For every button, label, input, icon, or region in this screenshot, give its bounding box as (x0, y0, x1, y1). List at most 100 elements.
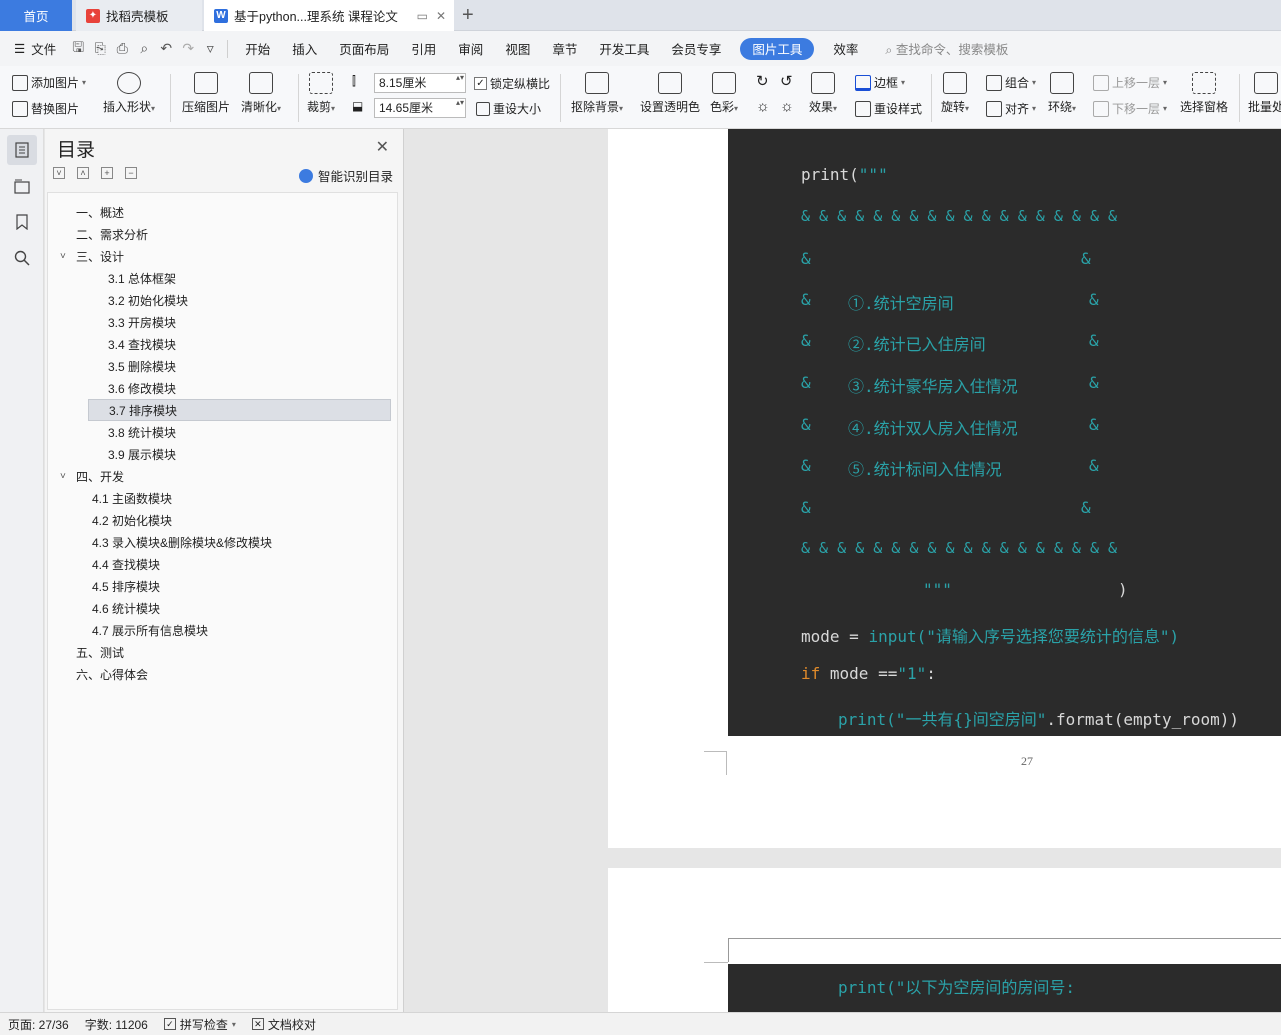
send-backward-button[interactable]: 下移一层 ▾ (1093, 100, 1167, 117)
toc-item[interactable]: 4.1 主函数模块 (48, 487, 397, 509)
rotate-button[interactable]: 旋转▾ (941, 72, 969, 115)
set-transparent-color-button[interactable]: 设置透明色 (640, 72, 700, 115)
print-preview-icon[interactable]: ⌕ (133, 31, 155, 66)
insert-shape-button[interactable]: 插入形状▾ (103, 72, 155, 115)
toc-item[interactable]: 3.1 总体框架 (48, 267, 397, 289)
menu-efficiency[interactable]: 效率 (822, 31, 869, 66)
group-button[interactable]: 组合 ▾ (986, 74, 1036, 91)
selection-pane-button[interactable]: 选择窗格 (1180, 72, 1228, 115)
bookmark-glyph (16, 214, 28, 230)
tab-home[interactable]: 首页 (0, 0, 72, 31)
toc-item[interactable]: 3.9 展示模块 (48, 443, 397, 465)
menu-start[interactable]: 开始 (234, 31, 281, 66)
toc-item[interactable]: 3.2 初始化模块 (48, 289, 397, 311)
collapse-all-icon[interactable]: ˅ (53, 167, 65, 179)
pin-icon[interactable]: ▭ (417, 9, 428, 23)
menu-member[interactable]: 会员专享 (660, 31, 732, 66)
redo-icon[interactable]: ↷ (177, 31, 199, 66)
compress-image-button[interactable]: 压缩图片 (182, 72, 230, 115)
code-image[interactable]: print(""" & & & & & & & & & & & & & & & … (728, 129, 1281, 736)
toc-item[interactable]: 3.3 开房模块 (48, 311, 397, 333)
status-bar: 页面: 27/36 字数: 11206 ✓ 拼写检查 ▾ ✕ 文档校对 (0, 1012, 1281, 1035)
smart-toc-button[interactable]: 智能识别目录 (298, 166, 393, 185)
reset-size-button[interactable]: 重设大小 (476, 100, 541, 117)
menu-picture-tools[interactable]: 图片工具 (740, 37, 815, 60)
toc-item[interactable]: 3.8 统计模块 (48, 421, 397, 443)
add-image-button[interactable]: 添加图片 ▾ (12, 74, 86, 91)
remove-background-button[interactable]: 抠除背景▾ (571, 72, 623, 115)
save-icon[interactable]: 🖫 (67, 31, 89, 66)
replace-image-button[interactable]: 替换图片 (12, 100, 79, 117)
toc-item-label: 4.5 排序模块 (92, 579, 161, 594)
toc-item[interactable]: 4.7 展示所有信息模块 (48, 619, 397, 641)
align-button[interactable]: 对齐 ▾ (986, 100, 1036, 117)
toc-item[interactable]: 3.5 删除模块 (48, 355, 397, 377)
toc-item[interactable]: ˅ 三、设计 (48, 245, 397, 267)
toc-item[interactable]: ˅ 四、开发 (48, 465, 397, 487)
expand-arrow-icon[interactable]: ˅ (60, 251, 66, 262)
menu-page-layout[interactable]: 页面布局 (328, 31, 400, 66)
toc-item[interactable]: 五、测试 (48, 641, 397, 663)
tab-templates[interactable]: ✦ 找稻壳模板 (76, 0, 202, 31)
brightness-down-icon[interactable]: ↺ (780, 72, 793, 90)
crop-button[interactable]: 裁剪▾ (307, 72, 335, 115)
code-image[interactable]: print("以下为空房间的房间号: (728, 964, 1281, 1012)
toc-item[interactable]: 3.7 排序模块 (88, 399, 391, 421)
lock-aspect-ratio-checkbox[interactable]: ✓ 锁定纵横比 (474, 75, 550, 92)
menu-insert[interactable]: 插入 (281, 31, 328, 66)
margin-mark (726, 751, 727, 775)
tab-document[interactable]: W 基于python...理系统 课程论文 ▭ ✕ (204, 0, 454, 31)
command-search[interactable]: ⌕ 查找命令、搜索模板 (885, 39, 1008, 58)
close-icon[interactable]: ✕ (376, 137, 389, 157)
batch-process-button[interactable]: 批量处 (1248, 72, 1281, 115)
toc-item[interactable]: 4.4 查找模块 (48, 553, 397, 575)
menu-developer[interactable]: 开发工具 (588, 31, 660, 66)
expand-all-icon[interactable]: ˄ (77, 167, 89, 179)
spell-check-button[interactable]: ✓ 拼写检查 ▾ (156, 1016, 244, 1033)
undo-icon[interactable]: ↶ (155, 31, 177, 66)
quick-access-more-icon[interactable]: ▿ (199, 31, 221, 66)
code-text: & & & & & & & & & & & & & & & & & & (801, 539, 1118, 557)
color-button[interactable]: 色彩▾ (710, 72, 738, 115)
toc-item[interactable]: 3.6 修改模块 (48, 377, 397, 399)
menu-review[interactable]: 审阅 (447, 31, 494, 66)
print-icon[interactable]: ⎙ (111, 31, 133, 66)
new-tab-icon[interactable]: + (462, 4, 474, 27)
menu-chapter[interactable]: 章节 (541, 31, 588, 66)
clarify-button[interactable]: 清晰化▾ (241, 72, 281, 115)
toc-item[interactable]: 3.4 查找模块 (48, 333, 397, 355)
proofread-button[interactable]: ✕ 文档校对 (244, 1016, 324, 1033)
wrap-text-button[interactable]: 环绕▾ (1048, 72, 1076, 115)
add-heading-icon[interactable]: + (101, 167, 113, 179)
contrast-up-icon[interactable]: ☼ (756, 98, 770, 115)
bring-forward-button[interactable]: 上移一层 ▾ (1093, 74, 1167, 91)
menu-view[interactable]: 视图 (494, 31, 541, 66)
brightness-up-icon[interactable]: ↻ (756, 72, 769, 90)
toc-item[interactable]: 4.6 统计模块 (48, 597, 397, 619)
contrast-down-icon[interactable]: ☼ (780, 98, 794, 115)
word-count[interactable]: 字数: 11206 (77, 1016, 156, 1033)
toc-item[interactable]: 一、概述 (48, 201, 397, 223)
remove-heading-icon[interactable]: − (125, 167, 137, 179)
expand-arrow-icon[interactable]: ˅ (60, 471, 66, 482)
bookmark-icon[interactable] (7, 207, 37, 237)
effect-button[interactable]: 效果▾ (809, 72, 837, 115)
export-pdf-icon[interactable]: ⎘ (89, 31, 111, 66)
image-width-field[interactable]: 8.15厘米 (374, 73, 466, 93)
image-height-field[interactable]: 14.65厘米 (374, 98, 466, 118)
page-margin-line (728, 938, 1281, 939)
chapter-nav-icon[interactable] (7, 171, 37, 201)
close-tab-icon[interactable]: ✕ (436, 9, 446, 23)
toc-item[interactable]: 六、心得体会 (48, 663, 397, 685)
toc-item[interactable]: 4.2 初始化模块 (48, 509, 397, 531)
menu-references[interactable]: 引用 (400, 31, 447, 66)
file-menu[interactable]: ☰ 文件 (0, 31, 67, 66)
toc-panel-icon[interactable] (7, 135, 37, 165)
border-button[interactable]: 边框 ▾ (855, 74, 905, 91)
page-indicator[interactable]: 页面: 27/36 (0, 1016, 77, 1033)
search-icon[interactable] (7, 243, 37, 273)
reset-style-button[interactable]: 重设样式 (855, 100, 922, 117)
toc-item[interactable]: 4.3 录入模块&删除模块&修改模块 (48, 531, 397, 553)
toc-item[interactable]: 4.5 排序模块 (48, 575, 397, 597)
toc-item[interactable]: 二、需求分析 (48, 223, 397, 245)
